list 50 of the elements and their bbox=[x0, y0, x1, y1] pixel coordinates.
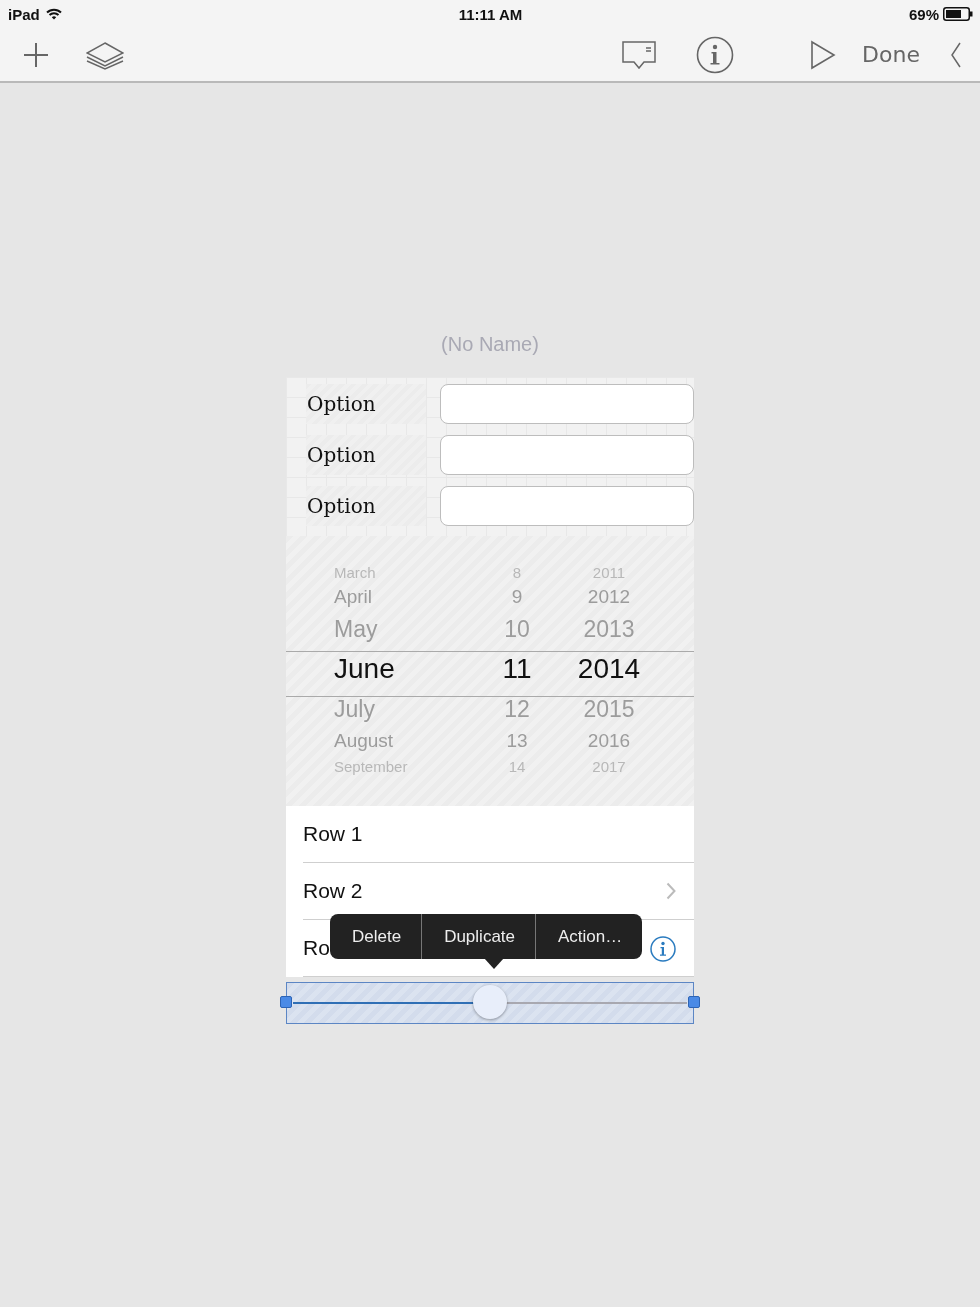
menu-item[interactable]: Action… bbox=[535, 914, 643, 959]
chevron-icon bbox=[666, 882, 676, 900]
picker-item[interactable]: 2015 bbox=[554, 691, 664, 727]
picker-item[interactable]: 10 bbox=[480, 611, 554, 647]
picker-item[interactable]: March bbox=[286, 561, 480, 583]
wifi-icon bbox=[45, 8, 62, 20]
picker-item[interactable]: June bbox=[286, 647, 480, 691]
picker-item[interactable]: 14 bbox=[480, 755, 554, 777]
add-icon[interactable] bbox=[22, 40, 50, 69]
picker-item[interactable]: May bbox=[286, 611, 480, 647]
picker-item[interactable]: 12 bbox=[480, 691, 554, 727]
resize-handle[interactable] bbox=[688, 996, 700, 1008]
picker-item[interactable]: 2014 bbox=[554, 647, 664, 691]
row-label[interactable]: Row 2 bbox=[303, 879, 666, 903]
comment-icon[interactable] bbox=[622, 39, 657, 70]
text-field[interactable] bbox=[440, 486, 694, 526]
option-label: Option bbox=[306, 435, 426, 475]
done-button[interactable]: Done bbox=[862, 42, 920, 67]
slider[interactable] bbox=[279, 982, 701, 1024]
picker-item[interactable]: April bbox=[286, 583, 480, 611]
back-icon[interactable] bbox=[950, 40, 962, 69]
resize-handle[interactable] bbox=[280, 996, 292, 1008]
picker-item[interactable]: July bbox=[286, 691, 480, 727]
device-name: iPad bbox=[8, 5, 40, 23]
option-label: Option bbox=[306, 384, 426, 424]
row-label[interactable]: Row 1 bbox=[303, 822, 676, 846]
menu-item[interactable]: Delete bbox=[330, 914, 422, 959]
picker-item[interactable]: August bbox=[286, 727, 480, 755]
battery-percentage: 69% bbox=[908, 5, 939, 23]
battery-icon bbox=[943, 7, 973, 21]
text-field[interactable] bbox=[440, 384, 694, 424]
picker-item[interactable]: 2017 bbox=[554, 755, 664, 777]
layers-icon[interactable] bbox=[86, 39, 124, 70]
text-field[interactable] bbox=[440, 435, 694, 475]
info-icon[interactable] bbox=[696, 35, 735, 74]
picker-item[interactable]: 8 bbox=[480, 561, 554, 583]
picker-item[interactable]: 13 bbox=[480, 727, 554, 755]
picker-item[interactable]: 2011 bbox=[554, 561, 664, 583]
clock-time: 11:11 AM bbox=[458, 5, 523, 23]
date-picker[interactable]: March April May June July August September 8 9 10 11 12 13 14 2011 2012 2013 2014 2015 2016 2017 bbox=[286, 536, 694, 806]
play-icon[interactable] bbox=[810, 39, 837, 70]
picker-item[interactable]: September bbox=[286, 755, 480, 777]
picker-item[interactable]: 2012 bbox=[554, 583, 664, 611]
screen-title: (No Name) bbox=[441, 332, 539, 357]
info-icon[interactable] bbox=[650, 935, 676, 962]
picker-item[interactable]: 11 bbox=[480, 647, 554, 691]
picker-item[interactable]: 2016 bbox=[554, 727, 664, 755]
option-label: Option bbox=[306, 486, 426, 526]
picker-item[interactable]: 2013 bbox=[554, 611, 664, 647]
picker-item[interactable]: 9 bbox=[480, 583, 554, 611]
